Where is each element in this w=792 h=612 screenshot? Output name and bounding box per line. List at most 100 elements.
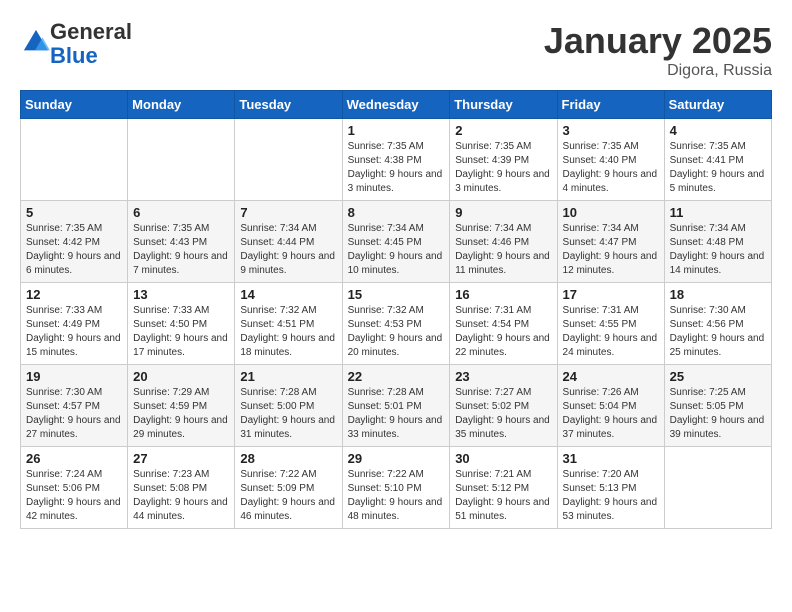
day-number: 24 xyxy=(563,369,659,384)
weekday-header: Tuesday xyxy=(235,91,342,119)
calendar-cell: 16Sunrise: 7:31 AM Sunset: 4:54 PM Dayli… xyxy=(450,283,557,365)
day-info: Sunrise: 7:34 AM Sunset: 4:44 PM Dayligh… xyxy=(240,222,336,278)
day-number: 9 xyxy=(455,205,551,220)
calendar-cell: 19 Sunrise: 7:30 AM Sunset: 4:57 PM Dayli… xyxy=(21,365,128,447)
calendar-cell: 4 Sunrise: 7:35 AM Sunset: 4:41 PM Daylig… xyxy=(664,119,771,201)
calendar-cell: 6 Sunrise: 7:35 AM Sunset: 4:43 PM Daylig… xyxy=(128,201,235,283)
day-info: Sunrise: 7:35 AM Sunset: 4:43 PM Dayligh… xyxy=(133,222,229,278)
day-number: 16 xyxy=(455,287,551,302)
calendar-cell xyxy=(21,119,128,201)
title-block: January 2025 Digora, Russia xyxy=(544,20,772,80)
calendar-cell: 8 Sunrise: 7:34 AM Sunset: 4:45 PM Daylig… xyxy=(342,201,450,283)
calendar-week-row: 12 Sunrise: 7:33 AM Sunset: 4:49 PM Dayli… xyxy=(21,283,772,365)
day-number: 7 xyxy=(240,205,336,220)
calendar-cell: 11Sunrise: 7:34 AM Sunset: 4:48 PM Dayli… xyxy=(664,201,771,283)
calendar-cell: 23Sunrise: 7:27 AM Sunset: 5:02 PM Dayli… xyxy=(450,365,557,447)
day-number: 6 xyxy=(133,205,229,220)
day-number: 2 xyxy=(455,123,551,138)
logo-general: General xyxy=(50,19,132,44)
calendar-cell: 15Sunrise: 7:32 AM Sunset: 4:53 PM Dayli… xyxy=(342,283,450,365)
calendar-cell: 24 Sunrise: 7:26 AM Sunset: 5:04 PM Dayli… xyxy=(557,365,664,447)
day-number: 27 xyxy=(133,451,229,466)
weekday-header-row: SundayMondayTuesdayWednesdayThursdayFrid… xyxy=(21,91,772,119)
day-info: Sunrise: 7:32 AM Sunset: 4:51 PM Dayligh… xyxy=(240,304,336,360)
weekday-header: Saturday xyxy=(664,91,771,119)
day-info: Sunrise: 7:22 AM Sunset: 5:10 PM Dayligh… xyxy=(348,468,445,524)
day-number: 8 xyxy=(348,205,445,220)
day-number: 31 xyxy=(563,451,659,466)
day-info: Sunrise: 7:23 AM Sunset: 5:08 PM Dayligh… xyxy=(133,468,229,524)
day-number: 30 xyxy=(455,451,551,466)
weekday-header: Monday xyxy=(128,91,235,119)
day-number: 22 xyxy=(348,369,445,384)
day-info: Sunrise: 7:32 AM Sunset: 4:53 PM Dayligh… xyxy=(348,304,445,360)
weekday-header: Thursday xyxy=(450,91,557,119)
day-info: Sunrise: 7:24 AM Sunset: 5:06 PM Dayligh… xyxy=(26,468,122,524)
calendar-cell: 28Sunrise: 7:22 AM Sunset: 5:09 PM Dayli… xyxy=(235,447,342,529)
day-info: Sunrise: 7:26 AM Sunset: 5:04 PM Dayligh… xyxy=(563,386,659,442)
day-number: 25 xyxy=(670,369,766,384)
day-number: 1 xyxy=(348,123,445,138)
day-number: 3 xyxy=(563,123,659,138)
day-number: 13 xyxy=(133,287,229,302)
day-info: Sunrise: 7:34 AM Sunset: 4:46 PM Dayligh… xyxy=(455,222,551,278)
day-info: Sunrise: 7:35 AM Sunset: 4:41 PM Dayligh… xyxy=(670,140,766,196)
calendar-table: SundayMondayTuesdayWednesdayThursdayFrid… xyxy=(20,90,772,529)
day-info: Sunrise: 7:35 AM Sunset: 4:39 PM Dayligh… xyxy=(455,140,551,196)
page-header: General Blue January 2025 Digora, Russia xyxy=(20,20,772,80)
day-info: Sunrise: 7:31 AM Sunset: 4:55 PM Dayligh… xyxy=(563,304,659,360)
day-info: Sunrise: 7:30 AM Sunset: 4:57 PM Dayligh… xyxy=(26,386,122,442)
day-info: Sunrise: 7:35 AM Sunset: 4:38 PM Dayligh… xyxy=(348,140,445,196)
day-number: 4 xyxy=(670,123,766,138)
day-number: 14 xyxy=(240,287,336,302)
calendar-cell xyxy=(235,119,342,201)
day-info: Sunrise: 7:28 AM Sunset: 5:00 PM Dayligh… xyxy=(240,386,336,442)
calendar-cell: 12 Sunrise: 7:33 AM Sunset: 4:49 PM Dayli… xyxy=(21,283,128,365)
day-number: 12 xyxy=(26,287,122,302)
calendar-cell: 18Sunrise: 7:30 AM Sunset: 4:56 PM Dayli… xyxy=(664,283,771,365)
day-number: 26 xyxy=(26,451,122,466)
month-title: January 2025 xyxy=(544,20,772,62)
calendar-cell: 29 Sunrise: 7:22 AM Sunset: 5:10 PM Dayli… xyxy=(342,447,450,529)
day-info: Sunrise: 7:35 AM Sunset: 4:42 PM Dayligh… xyxy=(26,222,122,278)
calendar-cell: 14 Sunrise: 7:32 AM Sunset: 4:51 PM Dayli… xyxy=(235,283,342,365)
day-number: 19 xyxy=(26,369,122,384)
calendar-cell: 1 Sunrise: 7:35 AM Sunset: 4:38 PM Daylig… xyxy=(342,119,450,201)
day-info: Sunrise: 7:30 AM Sunset: 4:56 PM Dayligh… xyxy=(670,304,766,360)
day-info: Sunrise: 7:21 AM Sunset: 5:12 PM Dayligh… xyxy=(455,468,551,524)
day-number: 20 xyxy=(133,369,229,384)
logo: General Blue xyxy=(20,20,132,68)
day-number: 5 xyxy=(26,205,122,220)
calendar-cell: 5 Sunrise: 7:35 AM Sunset: 4:42 PM Daylig… xyxy=(21,201,128,283)
calendar-week-row: 26 Sunrise: 7:24 AM Sunset: 5:06 PM Dayli… xyxy=(21,447,772,529)
day-info: Sunrise: 7:33 AM Sunset: 4:49 PM Dayligh… xyxy=(26,304,122,360)
day-info: Sunrise: 7:28 AM Sunset: 5:01 PM Dayligh… xyxy=(348,386,445,442)
calendar-week-row: 5 Sunrise: 7:35 AM Sunset: 4:42 PM Daylig… xyxy=(21,201,772,283)
location: Digora, Russia xyxy=(544,62,772,80)
day-info: Sunrise: 7:35 AM Sunset: 4:40 PM Dayligh… xyxy=(563,140,659,196)
day-number: 17 xyxy=(563,287,659,302)
weekday-header: Sunday xyxy=(21,91,128,119)
logo-icon xyxy=(22,28,50,56)
day-info: Sunrise: 7:34 AM Sunset: 4:45 PM Dayligh… xyxy=(348,222,445,278)
calendar-cell: 10Sunrise: 7:34 AM Sunset: 4:47 PM Dayli… xyxy=(557,201,664,283)
calendar-cell: 7 Sunrise: 7:34 AM Sunset: 4:44 PM Daylig… xyxy=(235,201,342,283)
day-info: Sunrise: 7:29 AM Sunset: 4:59 PM Dayligh… xyxy=(133,386,229,442)
day-number: 29 xyxy=(348,451,445,466)
day-number: 21 xyxy=(240,369,336,384)
day-number: 28 xyxy=(240,451,336,466)
calendar-cell: 27 Sunrise: 7:23 AM Sunset: 5:08 PM Dayli… xyxy=(128,447,235,529)
calendar-week-row: 1 Sunrise: 7:35 AM Sunset: 4:38 PM Daylig… xyxy=(21,119,772,201)
calendar-cell: 21 Sunrise: 7:28 AM Sunset: 5:00 PM Dayli… xyxy=(235,365,342,447)
day-info: Sunrise: 7:34 AM Sunset: 4:47 PM Dayligh… xyxy=(563,222,659,278)
calendar-cell: 17 Sunrise: 7:31 AM Sunset: 4:55 PM Dayli… xyxy=(557,283,664,365)
day-info: Sunrise: 7:20 AM Sunset: 5:13 PM Dayligh… xyxy=(563,468,659,524)
calendar-cell: 22 Sunrise: 7:28 AM Sunset: 5:01 PM Dayli… xyxy=(342,365,450,447)
calendar-week-row: 19 Sunrise: 7:30 AM Sunset: 4:57 PM Dayli… xyxy=(21,365,772,447)
calendar-cell: 9 Sunrise: 7:34 AM Sunset: 4:46 PM Daylig… xyxy=(450,201,557,283)
calendar-cell: 26 Sunrise: 7:24 AM Sunset: 5:06 PM Dayli… xyxy=(21,447,128,529)
logo-blue: Blue xyxy=(50,43,98,68)
logo-text: General Blue xyxy=(50,20,132,68)
calendar-cell: 25 Sunrise: 7:25 AM Sunset: 5:05 PM Dayli… xyxy=(664,365,771,447)
day-info: Sunrise: 7:25 AM Sunset: 5:05 PM Dayligh… xyxy=(670,386,766,442)
